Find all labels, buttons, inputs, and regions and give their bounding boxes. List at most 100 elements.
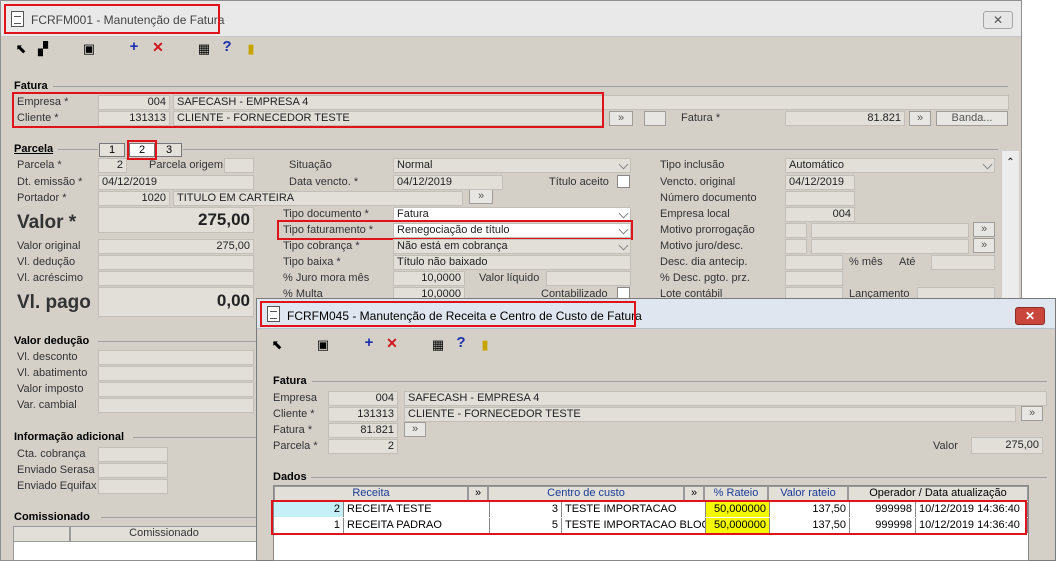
- valor-field[interactable]: 275,00: [98, 207, 254, 233]
- banda-button[interactable]: Banda...: [936, 111, 1008, 126]
- titulo-aceito-checkbox[interactable]: [617, 175, 630, 188]
- fatura-field[interactable]: 81.821: [785, 111, 905, 126]
- add-icon[interactable]: +: [126, 39, 142, 55]
- vl-deducao-field: [98, 255, 254, 270]
- portador-code-field[interactable]: 1020: [98, 191, 170, 206]
- fatura-titlebar: FCRFM001 - Manutenção de Fatura ✕: [1, 1, 1021, 37]
- juro-field[interactable]: 10,0000: [393, 271, 465, 286]
- desc-dia-label: Desc. dia antecip.: [660, 256, 748, 268]
- calc-icon[interactable]: ▦: [196, 41, 212, 57]
- add-icon[interactable]: +: [361, 335, 377, 351]
- parcela-origem-field[interactable]: [224, 158, 254, 173]
- delete-icon[interactable]: ✕: [384, 335, 400, 351]
- exit-icon[interactable]: ▮: [243, 41, 259, 57]
- close-button[interactable]: ✕: [1015, 307, 1045, 325]
- divider: [183, 149, 998, 150]
- empresa-code-field[interactable]: 004: [328, 391, 398, 406]
- ate-label: Até: [899, 256, 916, 268]
- cta-cobranca-label: Cta. cobrança: [17, 448, 86, 460]
- vl-deducao-label: Vl. dedução: [17, 256, 76, 268]
- valor-imposto-label: Valor imposto: [17, 383, 84, 395]
- calc-icon[interactable]: ▦: [430, 337, 446, 353]
- tipo-cobranca-select[interactable]: Não está em cobrança: [393, 239, 631, 254]
- fatura-lookup-button[interactable]: »: [404, 422, 426, 437]
- portador-lookup-button[interactable]: »: [469, 189, 493, 204]
- header-operador[interactable]: Operador / Data atualização: [848, 486, 1028, 501]
- fatura-section: Fatura: [14, 80, 48, 92]
- motivo-juro-lookup-button[interactable]: »: [973, 238, 995, 253]
- pct-desc-field[interactable]: [785, 271, 843, 286]
- parcela-label: Parcela *: [17, 159, 62, 171]
- header-pct-rateio[interactable]: % Rateio: [704, 486, 768, 501]
- tipo-baixa-label: Tipo baixa *: [283, 256, 341, 268]
- copy-icon[interactable]: ▞: [35, 41, 51, 57]
- info-adicional-section: Informação adicional: [14, 431, 125, 443]
- help-icon[interactable]: ?: [219, 39, 235, 55]
- enviado-equifax-field: [98, 479, 168, 494]
- comissionado-grid: Comissionado: [13, 526, 258, 560]
- blank-button[interactable]: [644, 111, 666, 126]
- dt-emissao-field[interactable]: 04/12/2019: [98, 175, 254, 190]
- header-receita[interactable]: Receita: [274, 486, 468, 501]
- save-icon[interactable]: ▣: [81, 41, 97, 57]
- parcela-label: Parcela *: [273, 440, 318, 452]
- enviado-serasa-field: [98, 463, 168, 478]
- situacao-select[interactable]: Normal: [393, 158, 631, 173]
- header-centro-expand[interactable]: »: [684, 486, 704, 501]
- vl-pago-field: 0,00: [98, 287, 254, 317]
- numero-documento-field[interactable]: [785, 191, 855, 206]
- cliente-code-field[interactable]: 131313: [328, 407, 398, 422]
- motivo-prorrogacao-desc: [811, 223, 969, 238]
- header-centro-custo[interactable]: Centro de custo: [488, 486, 684, 501]
- fatura-field[interactable]: 81.821: [328, 423, 398, 438]
- header-receita-expand[interactable]: »: [468, 486, 488, 501]
- situacao-label: Situação: [289, 159, 332, 171]
- vl-pago-label: Vl. pago: [17, 292, 91, 313]
- motivo-prorrogacao-lookup-button[interactable]: »: [973, 222, 995, 237]
- cliente-lookup-button[interactable]: »: [1021, 406, 1043, 421]
- save-icon[interactable]: ▣: [315, 337, 331, 353]
- empresa-cliente-highlight: [12, 92, 604, 128]
- help-icon[interactable]: ?: [453, 335, 469, 351]
- fatura-section: Fatura: [273, 375, 307, 387]
- fatura-label: Fatura *: [273, 424, 313, 436]
- pct-desc-label: % Desc. pgto. prz.: [660, 272, 750, 284]
- enviado-equifax-label: Enviado Equifax: [17, 480, 97, 492]
- chevron-up-icon[interactable]: ⌃: [1002, 157, 1019, 168]
- parcela-section: Parcela: [14, 143, 54, 155]
- vl-abatimento-field: [98, 366, 254, 381]
- select-icon[interactable]: ⬉: [269, 337, 285, 353]
- select-icon[interactable]: ⬉: [13, 41, 29, 57]
- tipo-faturamento-highlight: [277, 220, 633, 240]
- divider: [53, 86, 1008, 87]
- title-highlight: [4, 4, 220, 34]
- fatura-lookup-button[interactable]: »: [909, 111, 931, 126]
- grid-header-comissionado[interactable]: Comissionado: [70, 527, 258, 542]
- motivo-juro-label: Motivo juro/desc.: [660, 240, 744, 252]
- tab-parcela-3[interactable]: 3: [156, 143, 182, 157]
- divider: [311, 477, 1047, 478]
- motivo-prorrogacao-code[interactable]: [785, 223, 807, 238]
- receita-titlebar: FCRFM045 - Manutenção de Receita e Centr…: [257, 299, 1055, 329]
- var-cambial-label: Var. cambial: [17, 399, 77, 411]
- parcela-field[interactable]: 2: [98, 158, 127, 173]
- data-vencto-field[interactable]: 04/12/2019: [393, 175, 503, 190]
- exit-icon[interactable]: ▮: [477, 337, 493, 353]
- delete-icon[interactable]: ✕: [150, 39, 166, 55]
- tipo-inclusao-select[interactable]: Automático: [785, 158, 995, 173]
- comissionado-section: Comissionado: [14, 511, 90, 523]
- rows-highlight: [271, 500, 1027, 535]
- close-button[interactable]: ✕: [983, 11, 1013, 29]
- tipo-cobranca-label: Tipo cobrança *: [283, 240, 360, 252]
- ate-field[interactable]: [931, 255, 995, 270]
- parcela-field[interactable]: 2: [328, 439, 398, 454]
- valor-deducao-section: Valor dedução: [14, 335, 90, 347]
- motivo-juro-code[interactable]: [785, 239, 807, 254]
- valor-imposto-field: [98, 382, 254, 397]
- valor-liquido-label: Valor líquido: [479, 272, 540, 284]
- desc-dia-field[interactable]: [785, 255, 843, 270]
- vl-acrescimo-field: [98, 271, 254, 286]
- header-valor-rateio[interactable]: Valor rateio: [768, 486, 848, 501]
- tab-parcela-1[interactable]: 1: [99, 143, 125, 157]
- cliente-lookup-button[interactable]: »: [609, 111, 633, 126]
